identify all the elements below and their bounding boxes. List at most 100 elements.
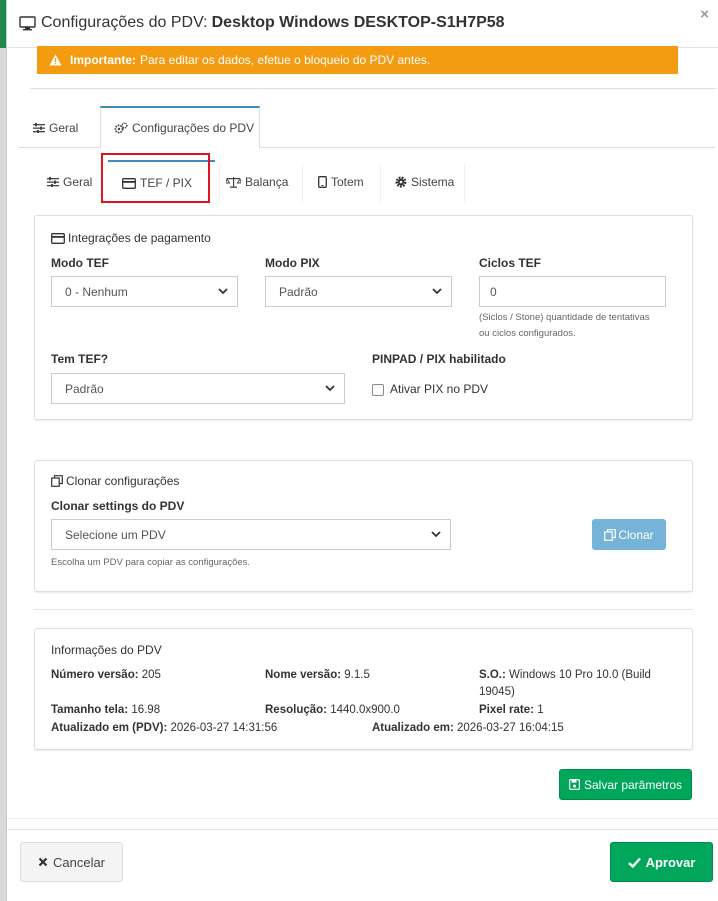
modo-pix-value: Padrão (279, 284, 318, 299)
clonar-button[interactable]: Clonar (592, 519, 666, 550)
close-icon (38, 857, 48, 867)
clone-select-value: Selecione um PDV (65, 527, 166, 542)
modal-title-prefix: Configurações do PDV: (41, 14, 208, 31)
modo-tef-label: Modo TEF (51, 256, 109, 270)
salvar-label: Salvar parâmetros (583, 777, 683, 792)
cogs-icon (114, 122, 128, 134)
subtab-sistema[interactable]: Sistema (395, 160, 454, 204)
tem-tef-label: Tem TEF? (51, 352, 109, 366)
cancel-label: Cancelar (52, 854, 106, 870)
modal-footer-divider (7, 829, 718, 830)
modo-pix-label: Modo PIX (265, 256, 320, 270)
numero-versao-label: Número versão: (51, 669, 139, 681)
clone-title: Clonar configurações (51, 474, 179, 488)
resolucao-value: 1440.0x900.0 (330, 704, 400, 716)
nome-versao-value: 9.1.5 (344, 669, 370, 681)
pdv-info-panel: Informações do PDV Número versão: 205 No… (34, 628, 693, 750)
pixel-rate: Pixel rate: 1 (479, 702, 544, 719)
ativar-pix-checkbox[interactable] (372, 384, 384, 396)
sliders-icon (33, 123, 45, 133)
resolucao: Resolução: 1440.0x900.0 (265, 702, 400, 719)
modal-title-device: Desktop Windows DESKTOP-S1H7P58 (211, 14, 505, 31)
clone-icon (604, 528, 617, 541)
subtab-balanca[interactable]: Balança (226, 160, 288, 204)
ciclos-help-line1: (Siclos / Stone) quantidade de tentativa… (479, 312, 650, 323)
subtab-geral-label: Geral (63, 175, 93, 189)
scale-icon (226, 176, 241, 188)
clonar-button-label: Clonar (618, 527, 654, 542)
subtab-sistema-label: Sistema (411, 175, 455, 189)
subtab-totem[interactable]: Totem (318, 160, 364, 204)
tab-geral-label: Geral (49, 121, 79, 135)
divider (7, 818, 718, 819)
important-alert: Importante: Para editar os dados, efetue… (37, 46, 678, 74)
clone-title-text: Clonar configurações (66, 474, 180, 488)
tamanho-tela: Tamanho tela: 16.98 (51, 702, 160, 719)
payments-title: Integrações de pagamento (51, 231, 211, 245)
monitor-icon (19, 15, 36, 31)
atualizado-pdv-label: Atualizado em (PDV): (51, 722, 168, 734)
payment-integrations-panel: Integrações de pagamento Modo TEF 0 - Ne… (34, 215, 693, 420)
alert-strong: Importante: (70, 53, 136, 67)
clone-icon (51, 475, 63, 487)
tem-tef-value: Padrão (65, 381, 104, 396)
chevron-down-icon (432, 286, 442, 296)
atualizado-pdv: Atualizado em (PDV): 2026-03-27 14:31:56 (51, 720, 277, 737)
subtab-geral[interactable]: Geral (47, 160, 92, 204)
modo-tef-select[interactable]: 0 - Nenhum (51, 276, 238, 307)
modo-pix-select[interactable]: Padrão (265, 276, 452, 307)
sistema-operacional: S.O.: Windows 10 Pro 10.0 (Build 19045) (479, 667, 651, 701)
clone-select-label: Clonar settings do PDV (51, 499, 185, 513)
so-line1: Windows 10 Pro 10.0 (Build (509, 669, 651, 681)
clone-settings-panel: Clonar configurações Clonar settings do … (34, 460, 693, 592)
cog-icon (395, 176, 407, 188)
ciclos-help: (Siclos / Stone) quantidade de tentativa… (479, 310, 650, 342)
clone-help: Escolha um PDV para copiar as configuraç… (51, 557, 251, 568)
resolucao-label: Resolução: (265, 704, 327, 716)
tab-geral[interactable]: Geral (33, 121, 78, 135)
tab-separator (464, 164, 465, 202)
so-line2: 19045) (479, 686, 515, 698)
subtab-balanca-label: Balança (245, 175, 289, 189)
approve-label: Aprovar (645, 854, 696, 870)
pdv-config-modal: Configurações do PDV: Desktop Windows DE… (6, 0, 718, 901)
warning-icon (49, 54, 62, 66)
ciclos-tef-value: 0 (490, 284, 497, 299)
tamanho-label: Tamanho tela: (51, 704, 129, 716)
credit-card-icon (51, 232, 65, 244)
pinpad-label: PINPAD / PIX habilitado (372, 352, 506, 366)
so-label: S.O.: (479, 669, 506, 681)
numero-versao: Número versão: 205 (51, 667, 161, 684)
save-icon (568, 779, 580, 790)
payments-title-text: Integrações de pagamento (68, 231, 211, 245)
atualizado-pdv-value: 2026-03-27 14:31:56 (170, 722, 278, 734)
clone-pdv-select[interactable]: Selecione um PDV (51, 519, 451, 550)
chevron-down-icon (431, 529, 441, 539)
cancel-button[interactable]: Cancelar (20, 842, 123, 882)
sliders-icon (47, 177, 59, 187)
ativar-pix-label[interactable]: Ativar PIX no PDV (390, 382, 488, 396)
close-icon[interactable]: × (700, 6, 709, 23)
tamanho-value: 16.98 (131, 704, 161, 716)
tab-configuracoes-pdv[interactable]: Configurações do PDV (100, 106, 260, 149)
check-icon (627, 857, 641, 868)
approve-button[interactable]: Aprovar (610, 842, 713, 882)
chevron-down-icon (218, 286, 228, 296)
ciclos-tef-input[interactable]: 0 (479, 276, 666, 307)
tem-tef-select[interactable]: Padrão (51, 373, 345, 404)
ciclos-tef-label: Ciclos TEF (479, 256, 542, 270)
alert-text: Para editar os dados, efetue o bloqueio … (140, 53, 431, 67)
tab-separator (302, 164, 303, 202)
pixel-value: 1 (537, 704, 544, 716)
nome-versao: Nome versão: 9.1.5 (265, 667, 370, 684)
alert-box-border (30, 88, 716, 89)
ciclos-help-line2: ou ciclos configurados. (479, 328, 576, 339)
tab-separator (380, 164, 381, 202)
salvar-parametros-button[interactable]: Salvar parâmetros (559, 769, 692, 800)
chevron-down-icon (325, 383, 335, 393)
modal-title: Configurações do PDV: Desktop Windows DE… (19, 14, 505, 32)
info-title: Informações do PDV (51, 643, 162, 657)
tablet-icon (318, 176, 327, 188)
atualizado-value: 2026-03-27 16:04:15 (457, 722, 564, 734)
main-tabs: Geral Configurações do PDV (19, 106, 715, 149)
